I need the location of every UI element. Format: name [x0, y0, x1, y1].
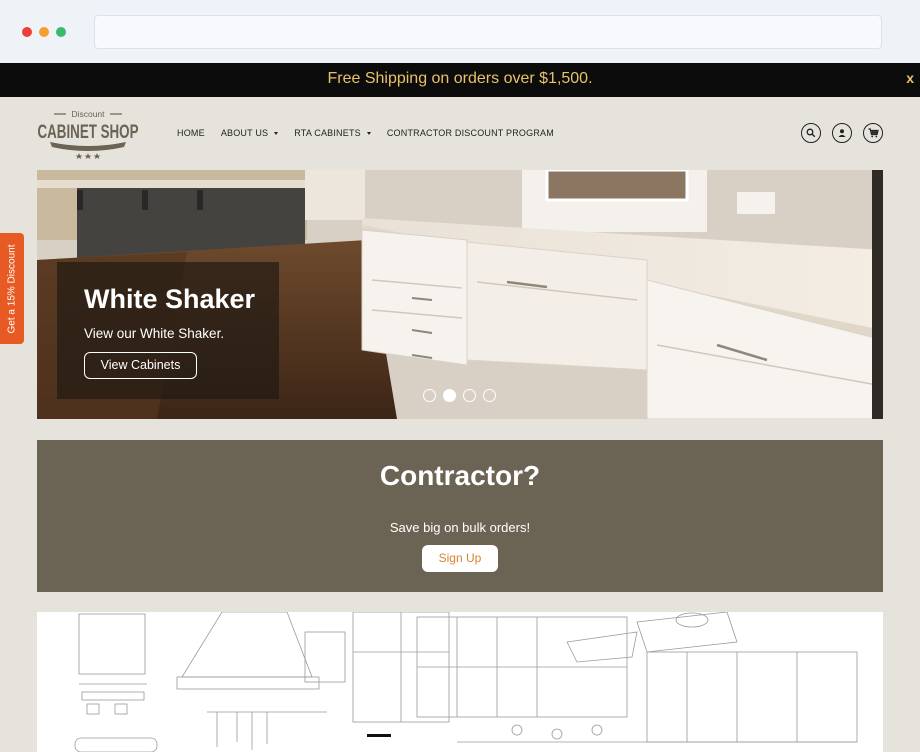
- account-icon[interactable]: [832, 123, 852, 143]
- view-cabinets-button[interactable]: View Cabinets: [84, 352, 197, 379]
- logo-main-text: CABINET SHOP: [38, 121, 139, 143]
- main-nav: HOME ABOUT US RTA CABINETS CONTRACTOR DI…: [177, 128, 570, 138]
- window-minimize-dot[interactable]: [39, 27, 49, 37]
- slider-dot-3[interactable]: [463, 389, 476, 402]
- hero-subtitle: View our White Shaker.: [84, 326, 225, 341]
- contractor-subtitle: Save big on bulk orders!: [389, 520, 531, 535]
- nav-home[interactable]: HOME: [177, 128, 205, 138]
- caret-down-icon: [274, 131, 279, 135]
- nav-rta-cabinets[interactable]: RTA CABINETS: [294, 128, 371, 138]
- nav-about-us[interactable]: ABOUT US: [220, 128, 279, 138]
- slider-dot-4[interactable]: [483, 389, 496, 402]
- announcement-close-button[interactable]: x: [906, 70, 914, 86]
- address-bar[interactable]: [94, 15, 882, 49]
- contractor-banner: Contractor? Save big on bulk orders! Sig…: [37, 440, 883, 592]
- announcement-bar: Free Shipping on orders over $1,500. x: [0, 63, 920, 97]
- caret-down-icon: [366, 131, 371, 135]
- slider-dot-2[interactable]: [443, 389, 456, 402]
- nav-home-label: HOME: [177, 128, 205, 138]
- header-icons: [801, 123, 883, 143]
- discount-tab[interactable]: Get a 15% Discount: [0, 233, 24, 344]
- hero-slider: White Shaker View our White Shaker. View…: [37, 170, 883, 419]
- nav-rta-cabinets-label: RTA CABINETS: [294, 128, 361, 138]
- hero-caption-card: White Shaker View our White Shaker. View…: [57, 262, 279, 399]
- slider-dot-1[interactable]: [423, 389, 436, 402]
- window-maximize-dot[interactable]: [56, 27, 66, 37]
- kitchen-sketch-image: [37, 612, 883, 752]
- kitchen-sketch-drawing: [74, 612, 858, 752]
- site-logo[interactable]: Discount CABINET SHOP: [36, 107, 140, 159]
- search-icon[interactable]: [801, 123, 821, 143]
- nav-contractor-discount[interactable]: CONTRACTOR DISCOUNT PROGRAM: [387, 128, 554, 138]
- contractor-title: Contractor?: [379, 460, 541, 491]
- discount-tab-label: Get a 15% Discount: [6, 244, 18, 333]
- slider-dots: [423, 389, 496, 402]
- cart-icon[interactable]: [863, 123, 883, 143]
- announcement-text: Free Shipping on orders over $1,500.: [327, 70, 593, 87]
- nav-about-us-label: ABOUT US: [220, 128, 269, 138]
- browser-chrome: [0, 0, 920, 63]
- hero-title: White Shaker: [84, 284, 256, 314]
- sign-up-button[interactable]: Sign Up: [422, 545, 498, 572]
- logo-top-text: Discount: [71, 109, 105, 119]
- site-header: Discount CABINET SHOP HOME ABOUT US RTA …: [0, 97, 920, 170]
- nav-contractor-discount-label: CONTRACTOR DISCOUNT PROGRAM: [386, 128, 554, 138]
- window-close-dot[interactable]: [22, 27, 32, 37]
